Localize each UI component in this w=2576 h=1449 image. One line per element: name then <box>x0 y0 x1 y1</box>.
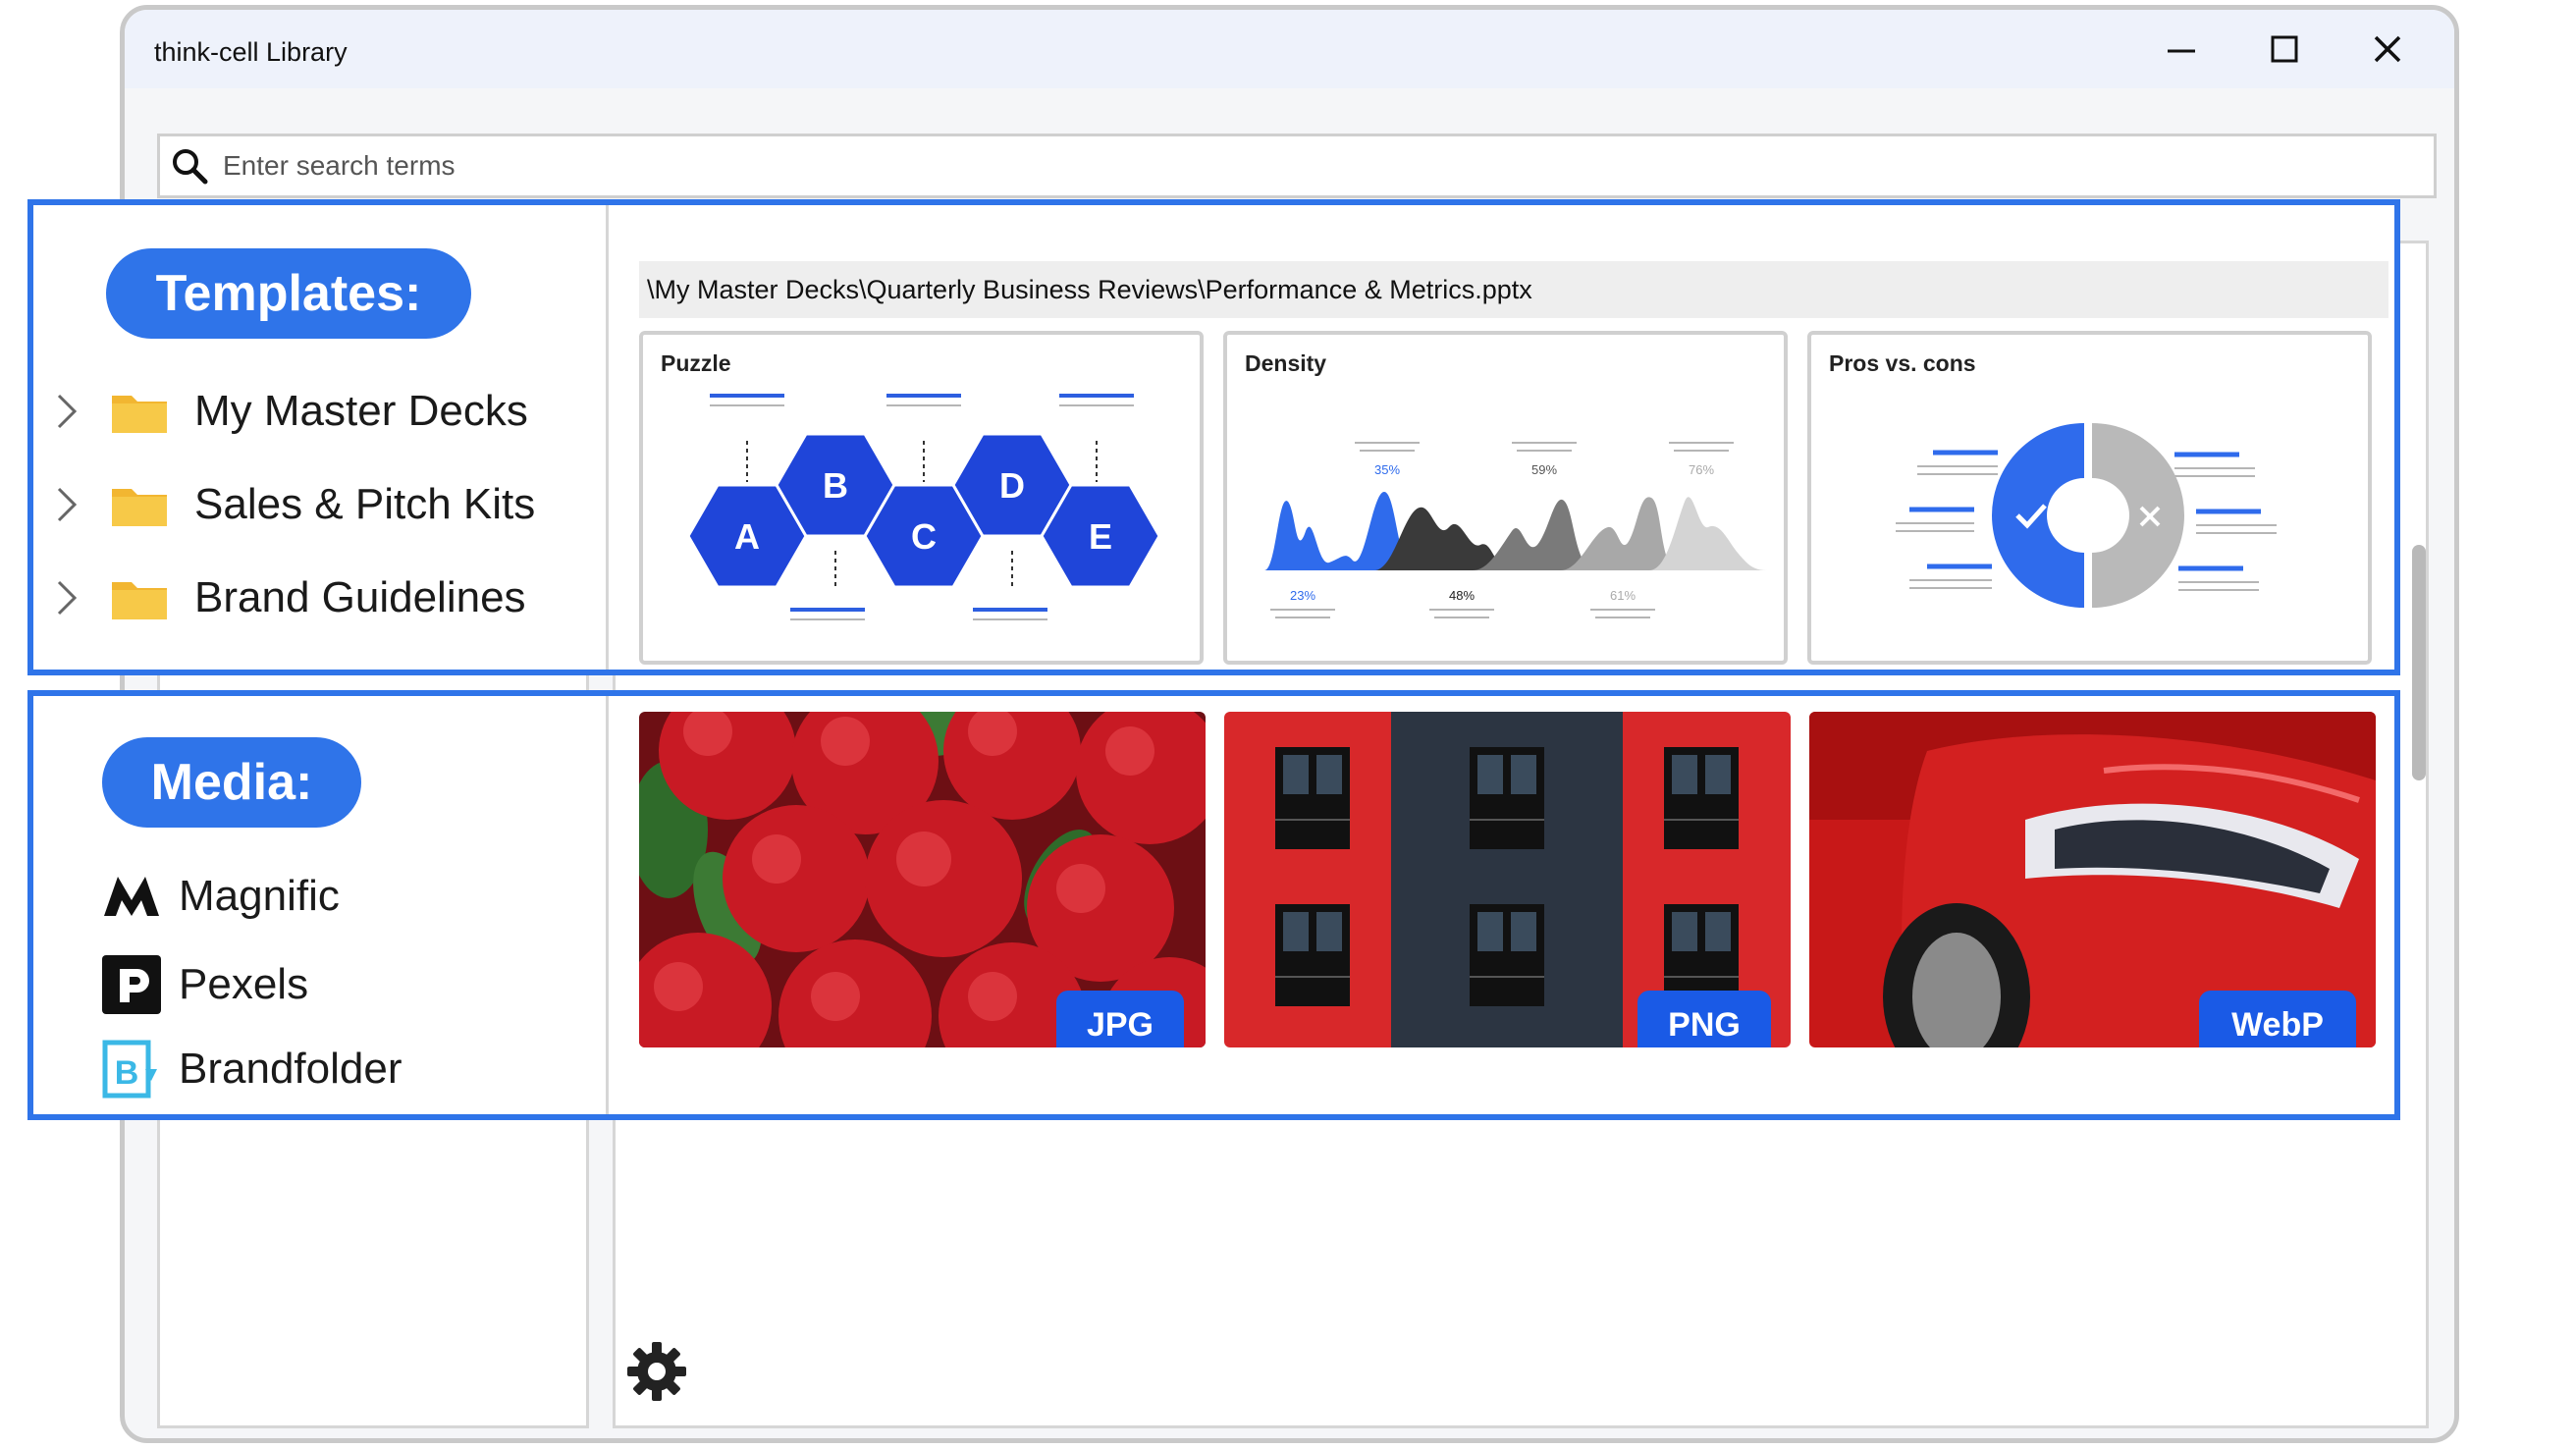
card-title: Density <box>1245 350 1327 376</box>
maximize-button[interactable] <box>2265 29 2304 69</box>
card-title: Pros vs. cons <box>1829 350 1976 376</box>
density-label: 61% <box>1610 588 1636 603</box>
pros-cons-preview <box>1896 423 2277 608</box>
template-card-pros-cons[interactable]: Pros vs. cons <box>1807 331 2372 665</box>
folder-icon <box>112 489 167 526</box>
maximize-icon <box>2271 35 2298 63</box>
density-label: 35% <box>1374 462 1400 477</box>
templates-heading: Templates: <box>106 248 471 339</box>
media-source-pexels[interactable]: Pexels <box>102 953 308 1016</box>
format-badge: JPG <box>1056 991 1184 1047</box>
template-card-density[interactable]: 35% 59% 76% 23% 48% 61% Density <box>1223 331 1788 665</box>
template-card-puzzle[interactable]: A B C D E Puzzle <box>639 331 1204 665</box>
media-tile-car[interactable]: WebP <box>1809 712 2376 1047</box>
minimize-icon <box>2168 49 2195 53</box>
chevron-right-icon[interactable] <box>53 483 80 526</box>
search-icon <box>173 149 208 185</box>
folder-label: Sales & Pitch Kits <box>194 480 536 528</box>
folder-icon <box>112 396 167 433</box>
folder-brand-guidelines[interactable]: Brand Guidelines <box>53 566 526 629</box>
magnific-logo-icon <box>104 877 159 916</box>
media-source-brandfolder[interactable]: B Brandfolder <box>102 1038 402 1100</box>
file-path: \My Master Decks\Quarterly Business Revi… <box>639 261 2388 318</box>
media-source-label: Magnific <box>179 872 340 920</box>
close-icon <box>2374 35 2401 63</box>
density-label: 48% <box>1449 588 1475 603</box>
folder-my-master-decks[interactable]: My Master Decks <box>53 380 528 443</box>
media-section: Media: Magnific Pexels B Brandfolder JPG… <box>27 690 2400 1120</box>
media-source-magnific[interactable]: Magnific <box>102 865 340 928</box>
media-source-label: Pexels <box>179 960 309 1008</box>
search-bar <box>157 134 2437 198</box>
close-button[interactable] <box>2368 29 2407 69</box>
pexels-logo-icon <box>102 955 161 1014</box>
density-preview: 35% 59% 76% 23% 48% 61% <box>1264 442 1767 618</box>
window-title: think-cell Library <box>154 37 348 67</box>
vertical-scrollbar[interactable] <box>2412 545 2426 780</box>
folder-label: My Master Decks <box>194 387 528 435</box>
folder-icon <box>112 582 167 619</box>
media-heading: Media: <box>102 737 361 828</box>
gear-icon[interactable] <box>625 1340 688 1403</box>
section-divider <box>606 205 609 670</box>
density-label: 23% <box>1290 588 1315 603</box>
brandfolder-logo-icon: B <box>102 1040 157 1099</box>
minimize-button[interactable] <box>2162 29 2201 69</box>
templates-section: Templates: My Master Decks Sales & Pitch… <box>27 199 2400 675</box>
media-source-label: Brandfolder <box>179 1045 402 1093</box>
puzzle-letter: C <box>911 516 937 557</box>
chevron-right-icon[interactable] <box>53 390 80 433</box>
folder-label: Brand Guidelines <box>194 573 526 621</box>
section-divider <box>606 696 609 1114</box>
folder-sales-pitch-kits[interactable]: Sales & Pitch Kits <box>53 473 535 536</box>
format-badge: WebP <box>2199 991 2356 1047</box>
format-badge: PNG <box>1637 991 1771 1047</box>
density-label: 76% <box>1689 462 1714 477</box>
puzzle-preview: A B C D E <box>686 394 1161 620</box>
puzzle-letter: B <box>823 465 848 506</box>
card-title: Puzzle <box>661 350 731 376</box>
puzzle-letter: A <box>734 516 760 557</box>
svg-text:B: B <box>115 1054 139 1092</box>
media-tile-building[interactable]: PNG <box>1224 712 1791 1047</box>
search-input[interactable] <box>223 150 1990 182</box>
density-label: 59% <box>1531 462 1557 477</box>
puzzle-letter: D <box>999 465 1025 506</box>
media-tile-apples[interactable]: JPG <box>639 712 1206 1047</box>
title-bar: think-cell Library <box>125 10 2454 88</box>
chevron-right-icon[interactable] <box>53 576 80 619</box>
puzzle-letter: E <box>1089 516 1112 557</box>
